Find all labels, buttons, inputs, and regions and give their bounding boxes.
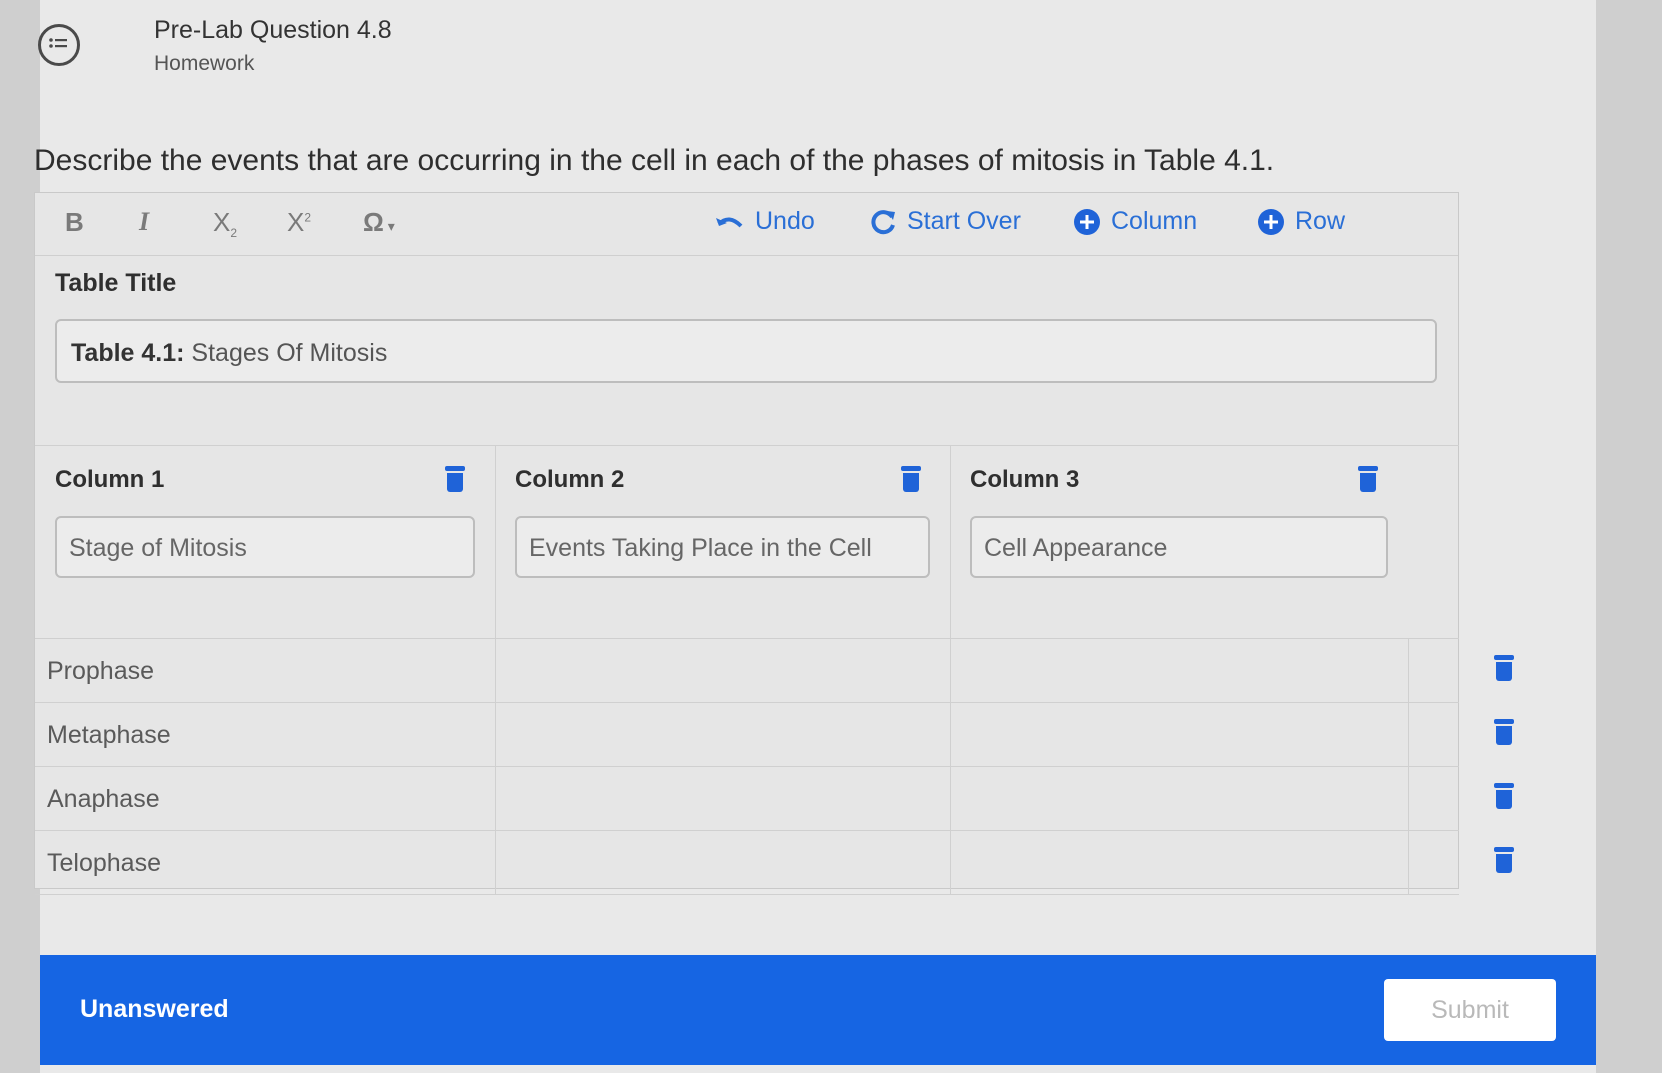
table-cell[interactable]: Prophase <box>35 639 495 702</box>
delete-row-icon[interactable] <box>1494 783 1514 809</box>
page-subtitle: Homework <box>154 52 255 75</box>
table-cell[interactable] <box>495 831 950 894</box>
table-row: Metaphase <box>35 703 1459 767</box>
refresh-icon <box>871 209 895 234</box>
subscript-button[interactable]: X2 <box>213 207 237 240</box>
column-header-input[interactable]: Cell Appearance <box>970 516 1388 578</box>
table-editor: B I X2 X2 Ω ▾ Undo Start Over Column Row… <box>34 192 1459 895</box>
table-cell[interactable] <box>950 703 1408 766</box>
table-title-field[interactable]: Table 4.1: Stages Of Mitosis <box>55 319 1437 383</box>
plus-circle-icon <box>1074 208 1100 235</box>
column-header-2: Column 2 Events Taking Place in the Cell <box>495 446 950 638</box>
column-headers: Column 1 Stage of Mitosis Column 2 Event… <box>35 445 1459 639</box>
column-header-3: Column 3 Cell Appearance <box>950 446 1410 638</box>
column-header-1: Column 1 Stage of Mitosis <box>35 446 495 638</box>
column-header-input[interactable]: Stage of Mitosis <box>55 516 475 578</box>
delete-column-icon[interactable] <box>445 466 465 492</box>
column-label: Column 3 <box>970 466 1080 493</box>
chat-bubble-icon <box>38 24 80 66</box>
table-cell[interactable]: Metaphase <box>35 703 495 766</box>
table-cell[interactable] <box>950 831 1408 894</box>
plus-circle-icon <box>1258 208 1284 235</box>
special-character-button[interactable]: Ω ▾ <box>363 207 395 238</box>
table-title-prefix: Table 4.1: <box>71 339 185 367</box>
italic-button[interactable]: I <box>139 207 149 237</box>
status-label: Unanswered <box>80 995 229 1023</box>
delete-column-icon[interactable] <box>1358 466 1378 492</box>
start-over-button[interactable]: Start Over <box>871 207 1021 236</box>
column-label: Column 2 <box>515 466 625 493</box>
table-cell[interactable] <box>495 767 950 830</box>
table-title-value: Stages Of Mitosis <box>191 339 388 367</box>
bold-button[interactable]: B <box>65 207 84 238</box>
delete-row-icon[interactable] <box>1494 847 1514 873</box>
table-cell[interactable] <box>495 703 950 766</box>
undo-icon <box>716 217 743 227</box>
table-row: Telophase <box>35 831 1459 895</box>
table-cell[interactable] <box>950 639 1408 702</box>
delete-row-icon[interactable] <box>1494 655 1514 681</box>
table-cell[interactable]: Telophase <box>35 831 495 894</box>
table-cell[interactable]: Anaphase <box>35 767 495 830</box>
add-column-button[interactable]: Column <box>1073 207 1197 236</box>
table-row: Anaphase <box>35 767 1459 831</box>
chevron-down-icon: ▾ <box>383 218 395 234</box>
add-row-button[interactable]: Row <box>1257 207 1345 236</box>
table-right-border <box>1408 639 1409 895</box>
delete-row-icon[interactable] <box>1494 719 1514 745</box>
table-title-label: Table Title <box>55 269 177 297</box>
table-row: Prophase <box>35 639 1459 703</box>
editor-toolbar: B I X2 X2 Ω ▾ Undo Start Over Column Row <box>35 193 1458 256</box>
question-text: Describe the events that are occurring i… <box>34 144 1275 177</box>
submit-button[interactable]: Submit <box>1384 979 1556 1041</box>
footer-bar: Unanswered Submit <box>40 955 1596 1065</box>
delete-column-icon[interactable] <box>901 466 921 492</box>
undo-button[interactable]: Undo <box>715 207 815 236</box>
page-title: Pre-Lab Question 4.8 <box>154 16 392 44</box>
table-cell[interactable] <box>950 767 1408 830</box>
table-cell[interactable] <box>495 639 950 702</box>
column-header-input[interactable]: Events Taking Place in the Cell <box>515 516 930 578</box>
superscript-button[interactable]: X2 <box>287 207 311 238</box>
column-label: Column 1 <box>55 466 165 493</box>
